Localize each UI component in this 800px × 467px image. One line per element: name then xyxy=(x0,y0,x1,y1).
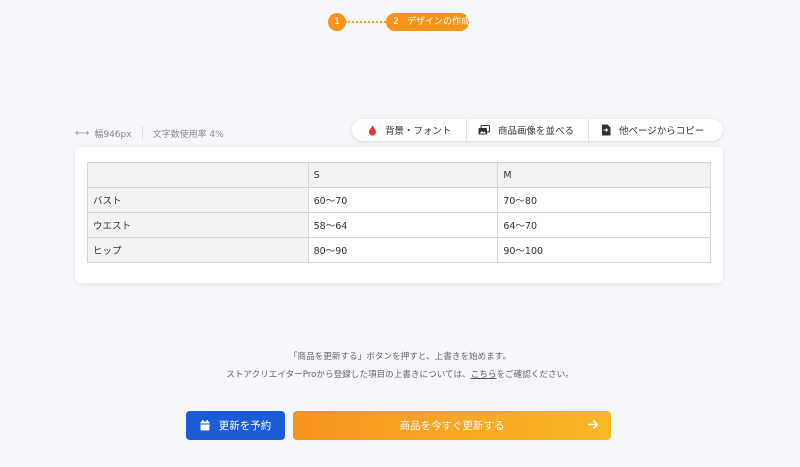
divider xyxy=(141,126,143,140)
notice-line-2-prefix: ストアクリエイターProから登録した項目の上書きについては、 xyxy=(226,370,471,380)
table-row: ヒップ 80〜90 90〜100 xyxy=(87,237,711,263)
table-header-row: S M xyxy=(87,162,711,188)
step-2-indicator: 2 デザインの作成 xyxy=(386,13,471,31)
copy-from-page-button[interactable]: 他ページからコピー xyxy=(588,119,723,141)
info-row: ⟷ 幅946px 文字数使用率 4% xyxy=(75,126,224,140)
arrow-right-icon xyxy=(588,420,599,429)
width-arrows-icon: ⟷ xyxy=(75,127,90,139)
table-row: バスト 60〜70 70〜80 xyxy=(87,187,711,213)
calendar-icon xyxy=(200,420,210,431)
row-label-cell: バスト xyxy=(87,187,309,213)
copy-from-page-label: 他ページからコピー xyxy=(619,126,705,137)
table-cell: 70〜80 xyxy=(497,187,711,213)
notice-line-2: ストアクリエイターProから登録した項目の上書きについては、こちらをご確認くださ… xyxy=(0,366,800,384)
table-cell: 60〜70 xyxy=(307,187,499,213)
size-table[interactable]: S M バスト 60〜70 70〜80 ウエスト 58〜64 64〜70 ヒップ… xyxy=(87,162,711,263)
row-label-cell: ヒップ xyxy=(87,237,309,263)
table-cell: 64〜70 xyxy=(497,212,711,238)
table-header-cell: M xyxy=(497,162,711,188)
details-link[interactable]: こちら xyxy=(471,370,497,380)
table-row: ウエスト 58〜64 64〜70 xyxy=(87,212,711,238)
step-2-label: デザインの作成 xyxy=(407,17,471,27)
update-now-label: 商品を今すぐ更新する xyxy=(399,420,505,432)
step-2-number: 2 xyxy=(393,17,399,27)
notice-line-1: 「商品を更新する」ボタンを押すと、上書きを始めます。 xyxy=(288,352,512,362)
schedule-update-label: 更新を予約 xyxy=(218,420,272,432)
table-cell: 80〜90 xyxy=(307,237,499,263)
step-1-indicator: 1 xyxy=(328,13,346,31)
schedule-update-button[interactable]: 更新を予約 xyxy=(186,411,285,440)
images-icon xyxy=(478,125,490,135)
droplet-icon xyxy=(369,125,376,135)
table-header-cell xyxy=(87,162,309,188)
table-cell: 90〜100 xyxy=(497,237,711,263)
document-copy-icon xyxy=(602,124,611,136)
char-usage-label: 文字数使用率 4% xyxy=(152,129,224,140)
editor-toolbar: 背景・フォント 商品画像を並べる 他ページからコピー xyxy=(352,119,723,141)
width-label: 幅946px xyxy=(94,129,132,140)
step-connector xyxy=(345,21,390,23)
row-label-cell: ウエスト xyxy=(87,212,309,238)
arrange-images-label: 商品画像を並べる xyxy=(498,126,575,137)
size-table-card: S M バスト 60〜70 70〜80 ウエスト 58〜64 64〜70 ヒップ… xyxy=(75,147,723,283)
update-now-button[interactable]: 商品を今すぐ更新する xyxy=(293,411,611,440)
background-font-label: 背景・フォント xyxy=(385,126,452,137)
notice-line-2-suffix: をご確認ください。 xyxy=(496,370,574,380)
table-cell: 58〜64 xyxy=(307,212,499,238)
progress-stepper: 1 2 デザインの作成 xyxy=(0,13,800,31)
background-font-button[interactable]: 背景・フォント xyxy=(352,119,466,141)
table-header-cell: S xyxy=(307,162,499,188)
arrange-images-button[interactable]: 商品画像を並べる xyxy=(466,119,588,141)
update-notice: 「商品を更新する」ボタンを押すと、上書きを始めます。 ストアクリエイターProか… xyxy=(0,348,800,384)
